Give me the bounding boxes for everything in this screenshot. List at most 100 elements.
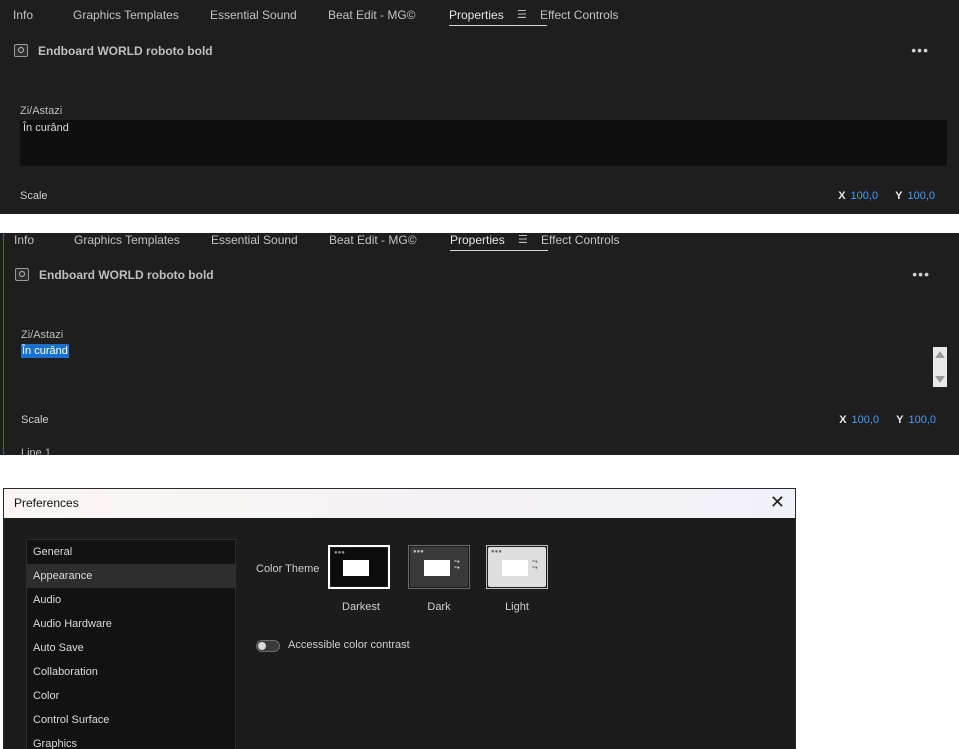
properties-panel-editing: Info Graphics Templates Essential Sound …	[0, 233, 959, 455]
sidebar-item-label: Appearance	[33, 570, 93, 582]
preferences-sidebar: General Appearance Audio Audio Hardware …	[26, 539, 236, 749]
window-dots-icon: ●●●	[334, 550, 345, 556]
more-options-icon[interactable]: •••	[911, 42, 929, 58]
close-icon[interactable]: ✕	[770, 492, 785, 512]
sidebar-item-label: Audio Hardware	[33, 618, 112, 630]
active-tab-underline	[449, 25, 547, 26]
scale-values: X 100,0 Y 100,0	[838, 190, 935, 202]
tab-properties[interactable]: Properties ☰	[450, 233, 548, 251]
sidebar-item-label: Color	[33, 690, 60, 702]
scale-y-label: Y	[895, 190, 903, 202]
preferences-dialog: Preferences ✕ General Appearance Audio A…	[4, 489, 795, 749]
scale-label: Scale	[21, 414, 49, 426]
theme-label-dark: Dark	[427, 601, 451, 613]
preview-canvas	[424, 560, 450, 576]
accessible-contrast-label: Accessible color contrast	[288, 639, 410, 651]
sidebar-item-auto-save[interactable]: Auto Save	[27, 636, 235, 660]
graphic-layer-icon	[15, 268, 29, 281]
properties-panel-top: Info Graphics Templates Essential Sound …	[0, 0, 959, 214]
tab-effect-controls[interactable]: Effect Controls	[540, 8, 618, 22]
tab-beat-edit[interactable]: Beat Edit - MG©	[329, 233, 417, 247]
sidebar-item-label: Audio	[33, 594, 62, 606]
scale-label: Scale	[20, 190, 48, 202]
sidebar-item-label: Control Surface	[33, 714, 110, 726]
scale-values: X 100,0 Y 100,0	[839, 414, 936, 426]
layer-name: Endboard WORLD roboto bold	[39, 268, 214, 282]
sidebar-item-general[interactable]: General	[27, 540, 235, 564]
sidebar-item-label: Graphics	[33, 738, 78, 749]
text-field-label: Zi/Astazi	[20, 105, 63, 117]
sidebar-item-label: Collaboration	[33, 666, 98, 678]
text-field-label: Zi/Astazi	[21, 329, 64, 341]
tab-label: Effect Controls	[541, 233, 620, 247]
text-field-value: În curând	[23, 122, 69, 134]
scroll-up-arrow-icon[interactable]	[935, 351, 945, 358]
scale-x-value[interactable]: 100,0	[852, 414, 880, 426]
tab-essential-sound[interactable]: Essential Sound	[210, 8, 297, 22]
scale-y-label: Y	[896, 414, 904, 426]
theme-label-light: Light	[505, 601, 529, 613]
sidebar-item-control-surface[interactable]: Control Surface	[27, 708, 235, 732]
sidebar-item-collaboration[interactable]: Collaboration	[27, 660, 235, 684]
tab-beat-edit[interactable]: Beat Edit - MG©	[328, 8, 416, 22]
text-field-zi-astazi[interactable]: În curând	[20, 120, 947, 166]
tab-essential-sound[interactable]: Essential Sound	[211, 233, 298, 247]
text-field-scrollbar[interactable]	[933, 347, 947, 387]
window-dots-icon: ●●●	[413, 549, 424, 555]
theme-darkest-swatch[interactable]: ●●●	[328, 545, 390, 589]
tab-label: Essential Sound	[211, 233, 298, 247]
scale-x-label: X	[838, 190, 846, 202]
graphic-layer-icon	[14, 44, 28, 57]
dialog-title-bar[interactable]: Preferences ✕	[4, 489, 795, 518]
accessible-contrast-toggle[interactable]	[256, 640, 280, 652]
scale-y-value[interactable]: 100,0	[908, 414, 936, 426]
scale-y-value[interactable]: 100,0	[907, 190, 935, 202]
theme-preview: ●●● =● =●	[410, 547, 468, 587]
tab-label: Info	[14, 233, 35, 247]
color-theme-label: Color Theme	[256, 563, 320, 575]
sidebar-item-label: Auto Save	[33, 642, 84, 654]
theme-dark-swatch[interactable]: ●●● =● =●	[408, 545, 470, 589]
tab-label: Beat Edit - MG©	[328, 8, 416, 22]
preview-canvas	[502, 560, 528, 576]
theme-preview: ●●● =● =●	[488, 547, 546, 587]
scale-x-label: X	[839, 414, 847, 426]
sidebar-item-graphics[interactable]: Graphics	[27, 732, 235, 749]
tab-label: Beat Edit - MG©	[329, 233, 417, 247]
tab-graphics-templates[interactable]: Graphics Templates	[74, 233, 180, 247]
tab-label: Properties	[450, 233, 505, 247]
dialog-title: Preferences	[14, 496, 79, 510]
tab-label: Essential Sound	[210, 8, 297, 22]
tab-graphics-templates[interactable]: Graphics Templates	[73, 8, 179, 22]
tab-label: Info	[13, 8, 34, 22]
scroll-down-arrow-icon[interactable]	[935, 376, 945, 383]
panel-tab-bar: Info Graphics Templates Essential Sound …	[0, 0, 959, 30]
sidebar-item-audio-hardware[interactable]: Audio Hardware	[27, 612, 235, 636]
line-1-label: Line 1	[21, 447, 51, 455]
more-options-icon[interactable]: •••	[912, 266, 930, 282]
sidebar-item-color[interactable]: Color	[27, 684, 235, 708]
sidebar-item-appearance[interactable]: Appearance	[27, 564, 235, 588]
tab-info[interactable]: Info	[13, 8, 33, 22]
panel-tab-bar: Info Graphics Templates Essential Sound …	[0, 233, 959, 263]
panel-menu-icon[interactable]: ☰	[518, 233, 528, 246]
tab-effect-controls[interactable]: Effect Controls	[541, 233, 619, 247]
theme-light-swatch[interactable]: ●●● =● =●	[486, 545, 548, 589]
text-field-zi-astazi-editing[interactable]: În curând	[21, 344, 948, 391]
tab-properties[interactable]: Properties ☰	[449, 8, 547, 26]
panel-focus-border	[3, 233, 4, 455]
tab-info[interactable]: Info	[14, 233, 34, 247]
panel-menu-icon[interactable]: ☰	[517, 8, 527, 21]
selected-text-value: În curând	[21, 344, 69, 358]
tab-label: Graphics Templates	[73, 8, 179, 22]
theme-preview: ●●●	[331, 548, 387, 586]
sidebar-item-audio[interactable]: Audio	[27, 588, 235, 612]
preview-side-panel: =● =●	[532, 559, 538, 571]
tab-label: Properties	[449, 8, 504, 22]
theme-label-darkest: Darkest	[342, 601, 380, 613]
layer-name: Endboard WORLD roboto bold	[38, 44, 213, 58]
scale-x-value[interactable]: 100,0	[851, 190, 879, 202]
active-tab-underline	[450, 250, 548, 251]
tab-label: Effect Controls	[540, 8, 619, 22]
preview-side-panel: =● =●	[454, 559, 460, 571]
